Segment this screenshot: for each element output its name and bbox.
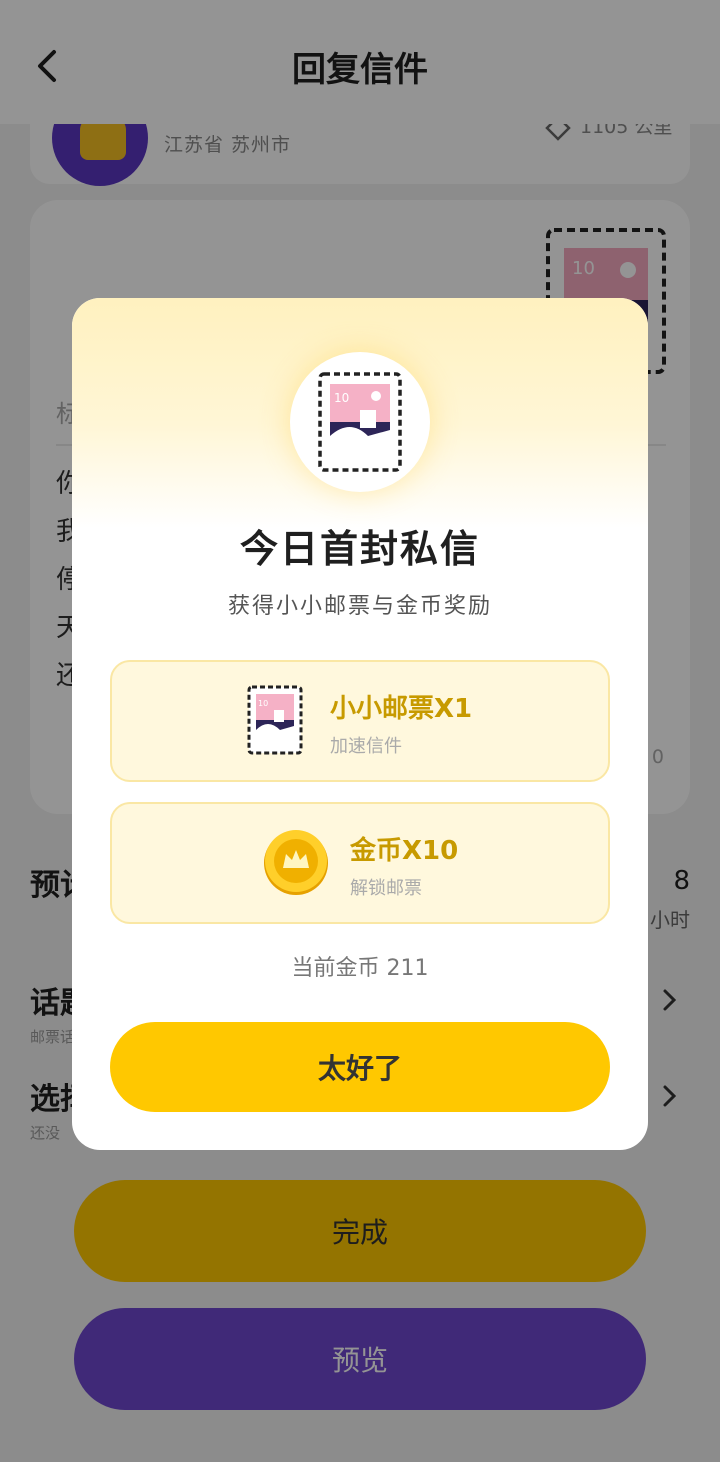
gold-coin-icon [262,828,330,902]
reward-name: 金币X10 [350,836,459,866]
reward-dialog: 10 今日首封私信 获得小小邮票与金币奖励 10 小小邮票X1 加速信件 金币X… [72,298,648,1150]
stamp-value: 10 [334,391,349,405]
reward-item-coin: 金币X10 解锁邮票 [110,802,610,924]
stamp-value: 10 [258,699,268,708]
stamp-badge: 10 [290,352,430,492]
dialog-subtitle: 获得小小邮票与金币奖励 [227,594,492,619]
reward-desc: 解锁邮票 [350,878,422,899]
current-coins-text: 当前金币 211 [291,956,429,981]
confirm-button[interactable]: 太好了 [110,1022,610,1112]
stamp-icon: 10 [318,372,402,472]
dialog-title: 今日首封私信 [239,527,480,571]
reward-desc: 加速信件 [330,736,402,757]
reward-item-stamp: 10 小小邮票X1 加速信件 [110,660,610,782]
stamp-icon: 10 [246,684,304,760]
reward-name: 小小邮票X1 [330,694,473,724]
